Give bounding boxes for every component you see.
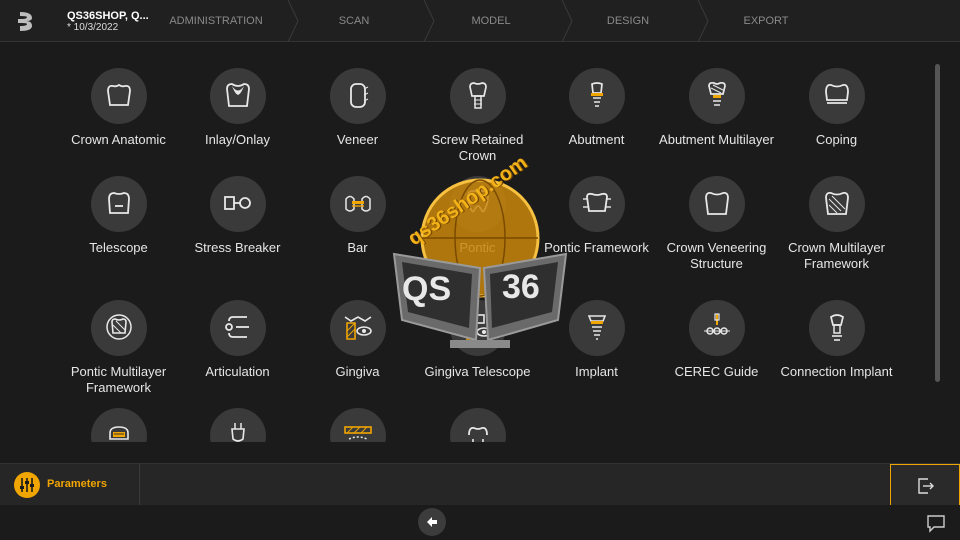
step-design[interactable]: DESIGN xyxy=(558,0,698,42)
tile-cerec-guide[interactable]: CEREC Guide xyxy=(657,300,776,380)
parameters-bar: Parameters xyxy=(0,463,960,506)
tile-gingiva-telescope[interactable]: Gingiva Telescope xyxy=(418,300,537,380)
step-administration[interactable]: ADMINISTRATION xyxy=(146,0,286,42)
tile-label: Coping xyxy=(815,132,858,147)
connection-implant-icon xyxy=(808,300,865,356)
pontic-multilayer-framework-icon xyxy=(90,300,147,356)
tile-pontic-framework[interactable]: Pontic Framework xyxy=(537,176,656,256)
tile-crown-multilayer-framework[interactable]: Crown Multilayer Framework xyxy=(777,176,896,272)
gingiva-telescope-icon xyxy=(449,300,506,356)
tile-label: Bar xyxy=(347,240,368,255)
top-bar: QS36SHOP, Q... * 10/3/2022 ADMINISTRATIO… xyxy=(0,0,960,42)
tile-label: Pontic Multilayer Framework xyxy=(70,364,167,395)
tile-abutment-multilayer[interactable]: Abutment Multilayer xyxy=(657,68,776,148)
tile-label: Abutment Multilayer xyxy=(659,132,774,147)
telescope-icon xyxy=(90,176,147,232)
tile-veneer[interactable]: Veneer xyxy=(298,68,417,148)
case-title[interactable]: QS36SHOP, Q... xyxy=(67,10,149,22)
implant-icon xyxy=(568,300,625,356)
tile-label: Crown Multilayer Framework xyxy=(788,240,885,271)
tile-label: Pontic xyxy=(459,240,496,255)
step-export[interactable]: EXPORT xyxy=(696,0,836,42)
scrollbar[interactable] xyxy=(935,64,940,382)
tile-label: Abutment xyxy=(568,132,625,147)
tile-implant[interactable]: Implant xyxy=(537,300,656,380)
crown-multilayer-framework-icon xyxy=(808,176,865,232)
watermark-left-text: QS xyxy=(402,270,452,308)
tile-telescope[interactable]: Telescope xyxy=(59,176,178,256)
gingiva-mask-icon xyxy=(329,408,386,442)
parameters-sliders-icon xyxy=(14,472,40,498)
tile-pontic-multilayer-framework[interactable]: Pontic Multilayer Framework xyxy=(59,300,178,396)
tile-abutment[interactable]: Abutment xyxy=(537,68,656,148)
tile-label: Connection Implant xyxy=(780,364,893,379)
step-model[interactable]: MODEL xyxy=(421,0,561,42)
pontic-framework-icon xyxy=(568,176,625,232)
tile-label: Telescope xyxy=(89,240,148,255)
bridge-icon xyxy=(90,408,147,442)
tile-label: Implant xyxy=(575,364,618,379)
gingiva-icon xyxy=(329,300,386,356)
cerec-guide-icon xyxy=(688,300,745,356)
parameters-button[interactable]: Parameters xyxy=(0,464,140,506)
screw-retained-crown-icon xyxy=(449,68,506,124)
tile-inlay-onlay[interactable]: Inlay/Onlay xyxy=(178,68,297,148)
back-button[interactable] xyxy=(418,508,446,536)
tile-label: Gingiva Telescope xyxy=(424,364,531,379)
watermark-right-text: 36 xyxy=(502,268,540,306)
step-scan[interactable]: SCAN xyxy=(284,0,424,42)
post-icon xyxy=(209,408,266,442)
stress-breaker-icon xyxy=(209,176,266,232)
coping-icon xyxy=(808,68,865,124)
exit-button[interactable] xyxy=(890,464,960,506)
tile-label: Stress Breaker xyxy=(194,240,281,255)
crown-anatomic-icon xyxy=(90,68,147,124)
tile-label: CEREC Guide xyxy=(674,364,759,379)
tile-crown-anatomic[interactable]: Crown Anatomic xyxy=(59,68,178,148)
case-date: * 10/3/2022 xyxy=(67,22,119,33)
exit-icon xyxy=(918,478,934,494)
crown-veneering-structure-icon xyxy=(688,176,745,232)
app-logo-icon[interactable] xyxy=(14,10,36,32)
tile-label: Articulation xyxy=(205,364,270,379)
bar-icon xyxy=(329,176,386,232)
tile-gingiva[interactable]: Gingiva xyxy=(298,300,417,380)
tile-label: Crown Anatomic xyxy=(71,132,166,147)
abutment-multilayer-icon xyxy=(688,68,745,124)
tile-articulation[interactable]: Articulation xyxy=(178,300,297,380)
tile-label: Gingiva xyxy=(335,364,380,379)
tile-stress-breaker[interactable]: Stress Breaker xyxy=(178,176,297,256)
back-arrow-icon xyxy=(427,517,437,527)
tile-hidden-item-21[interactable] xyxy=(59,408,178,442)
tile-coping[interactable]: Coping xyxy=(777,68,896,148)
tile-crown-veneering-structure[interactable]: Crown Veneering Structure xyxy=(657,176,776,272)
tile-label: Crown Veneering Structure xyxy=(666,240,767,271)
tile-label: Inlay/Onlay xyxy=(204,132,271,147)
tile-label: Pontic Framework xyxy=(544,240,649,255)
restoration-type-grid: Crown Anatomic Inlay/Onlay Veneer Screw Ret… xyxy=(0,42,930,442)
footer xyxy=(0,505,960,540)
tile-bar[interactable]: Bar xyxy=(298,176,417,256)
tooth-icon xyxy=(449,408,506,442)
parameters-label: Parameters xyxy=(47,478,107,490)
chat-icon[interactable] xyxy=(926,513,946,533)
tile-label: Veneer xyxy=(336,132,379,147)
veneer-icon xyxy=(329,68,386,124)
tile-hidden-item-24[interactable] xyxy=(418,408,537,442)
tile-hidden-item-22[interactable] xyxy=(178,408,297,442)
tile-screw-retained-crown[interactable]: Screw Retained Crown xyxy=(418,68,537,164)
abutment-icon xyxy=(568,68,625,124)
articulation-icon xyxy=(209,300,266,356)
inlay-onlay-icon xyxy=(209,68,266,124)
tile-connection-implant[interactable]: Connection Implant xyxy=(777,300,896,380)
tile-hidden-item-23[interactable] xyxy=(298,408,417,442)
